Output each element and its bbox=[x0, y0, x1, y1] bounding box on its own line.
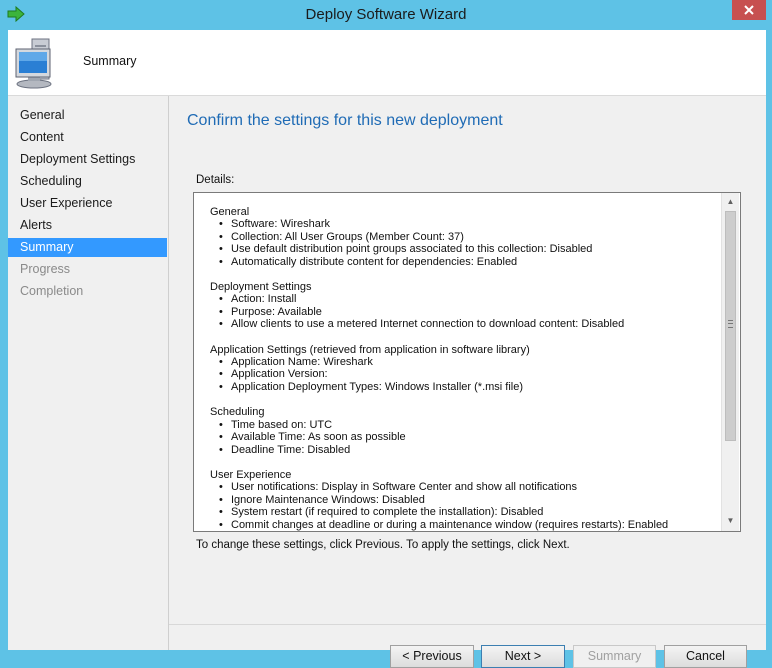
detail-item: Application Deployment Types: Windows In… bbox=[210, 381, 715, 394]
wizard-window: Summary General Content Deployment Setti… bbox=[8, 30, 766, 668]
next-button[interactable]: Next > bbox=[481, 645, 565, 668]
detail-item: Application Name: Wireshark bbox=[210, 356, 715, 369]
computer-monitor-icon bbox=[15, 38, 52, 89]
detail-item: Collection: All User Groups (Member Coun… bbox=[210, 231, 715, 244]
grip-icon bbox=[728, 320, 733, 328]
section-title: User Experience bbox=[210, 468, 292, 481]
section-title: Application Settings (retrieved from app… bbox=[210, 343, 530, 356]
summary-button: Summary bbox=[573, 645, 656, 668]
sidebar-item-scheduling[interactable]: Scheduling bbox=[8, 172, 167, 191]
details-label: Details: bbox=[196, 174, 235, 186]
footer-divider bbox=[169, 624, 766, 625]
window-title: Deploy Software Wizard bbox=[305, 6, 467, 23]
sidebar-item-alerts[interactable]: Alerts bbox=[8, 216, 167, 235]
sidebar-item-progress: Progress bbox=[20, 262, 71, 276]
detail-item: Time based on: UTC bbox=[210, 419, 715, 432]
detail-item: Purpose: Available bbox=[210, 306, 715, 319]
instruction-text: To change these settings, click Previous… bbox=[196, 539, 570, 551]
sidebar-item-completion: Completion bbox=[20, 284, 84, 298]
detail-item: Software: Wireshark bbox=[210, 218, 715, 231]
details-scrollbar[interactable]: ▲ ▼ bbox=[721, 193, 739, 531]
cancel-button[interactable]: Cancel bbox=[664, 645, 747, 668]
detail-item: Action: Install bbox=[210, 293, 715, 306]
title-bar: Deploy Software Wizard bbox=[0, 0, 772, 30]
detail-item: Deadline Time: Disabled bbox=[210, 444, 715, 457]
scroll-up-arrow-icon[interactable]: ▲ bbox=[722, 194, 739, 210]
section-title: Scheduling bbox=[210, 406, 265, 419]
detail-item: System restart (if required to complete … bbox=[210, 506, 715, 519]
summary-page: Confirm the settings for this new deploy… bbox=[169, 96, 766, 668]
section-title: Deployment Settings bbox=[210, 281, 312, 294]
scrollbar-thumb[interactable] bbox=[725, 211, 736, 441]
detail-item: Allow clients to use a metered Internet … bbox=[210, 318, 715, 331]
wizard-header: Summary bbox=[8, 30, 766, 96]
wizard-steps-sidebar: General Content Deployment Settings Sche… bbox=[8, 96, 169, 650]
header-title: Summary bbox=[83, 54, 137, 68]
detail-item: Ignore Maintenance Windows: Disabled bbox=[210, 494, 715, 507]
detail-item: Application Version: bbox=[210, 368, 715, 381]
sidebar-item-user-experience[interactable]: User Experience bbox=[8, 194, 167, 213]
scroll-down-arrow-icon[interactable]: ▼ bbox=[722, 513, 739, 529]
sidebar-item-content[interactable]: Content bbox=[8, 128, 167, 147]
close-icon bbox=[744, 5, 754, 15]
sidebar-item-summary[interactable]: Summary bbox=[8, 238, 167, 257]
details-content: General Software: Wireshark Collection: … bbox=[210, 206, 715, 531]
detail-item: Available Time: As soon as possible bbox=[210, 431, 715, 444]
detail-item: Automatically distribute content for dep… bbox=[210, 256, 715, 269]
page-heading: Confirm the settings for this new deploy… bbox=[187, 112, 503, 129]
detail-item: User notifications: Display in Software … bbox=[210, 481, 715, 494]
close-button[interactable] bbox=[732, 0, 766, 20]
detail-item: Use default distribution point groups as… bbox=[210, 243, 715, 256]
details-textbox[interactable]: General Software: Wireshark Collection: … bbox=[193, 192, 741, 532]
previous-button[interactable]: < Previous bbox=[390, 645, 474, 668]
sidebar-item-deployment-settings[interactable]: Deployment Settings bbox=[8, 150, 167, 169]
sidebar-item-general[interactable]: General bbox=[8, 106, 167, 125]
detail-item: Commit changes at deadline or during a m… bbox=[210, 519, 715, 531]
section-title: General bbox=[210, 206, 250, 218]
